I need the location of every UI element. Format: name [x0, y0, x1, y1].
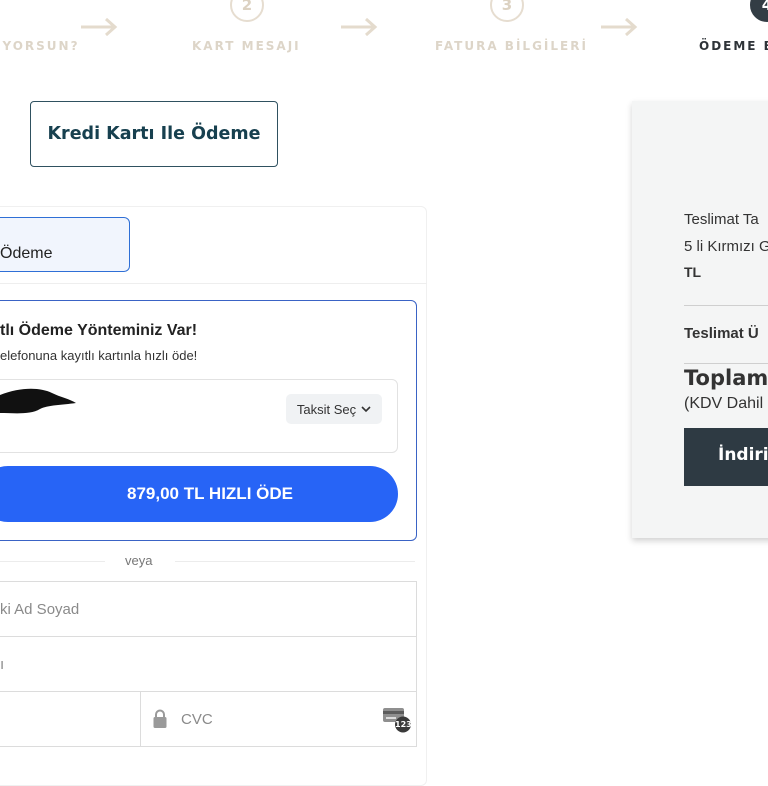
total-label: Toplam	[684, 366, 768, 390]
installment-select[interactable]: Taksit Seç	[286, 394, 382, 424]
redaction-scribble	[0, 388, 76, 414]
payment-tab-label: Ödeme	[0, 245, 53, 262]
arrow-right-icon	[341, 17, 378, 37]
installment-label: Taksit Seç	[296, 401, 357, 417]
saved-payment-subtitle: elefonuna kayıtlı kartınla hızlı öde!	[0, 348, 198, 363]
step-1-label: İYORSUN?	[0, 39, 80, 53]
lock-icon	[153, 709, 167, 728]
divider	[175, 561, 415, 562]
divider	[0, 283, 427, 284]
card-number-field[interactable]	[0, 636, 417, 692]
step-2-label[interactable]: KART MESAJI	[192, 39, 301, 53]
expiry-field[interactable]	[0, 691, 141, 747]
saved-payment-title: tlı Ödeme Yönteminiz Var!	[0, 322, 198, 339]
divider	[684, 305, 768, 306]
or-separator: veya	[125, 553, 153, 568]
product-line: 5 li Kırmızı G	[684, 238, 768, 255]
currency-label: TL	[684, 264, 702, 280]
arrow-right-icon	[81, 17, 118, 37]
divider	[0, 561, 105, 562]
step-3-label[interactable]: FATURA BİLGİLERİ	[435, 39, 588, 53]
arrow-right-icon	[601, 17, 638, 37]
tax-note: (KDV Dahil	[684, 395, 764, 412]
divider	[684, 363, 768, 364]
cvc-badge: 123	[395, 720, 412, 729]
cardholder-name-placeholder: ki Ad Soyad	[0, 601, 80, 618]
delivery-line: Teslimat Ta	[684, 211, 759, 228]
discount-button[interactable]: İndirim	[684, 428, 768, 486]
chevron-down-icon	[361, 406, 371, 413]
fast-pay-label: 879,00 TL HIZLI ÖDE	[127, 484, 293, 503]
cvc-placeholder: CVC	[181, 711, 213, 728]
step-4-circle: 4	[750, 0, 768, 22]
credit-card-payment-option[interactable]: Kredi Kartı Ile Ödeme	[30, 101, 278, 167]
step-4-label: ÖDEME B	[699, 39, 768, 53]
step-2-circle[interactable]: 2	[230, 0, 264, 22]
card-number-placeholder: ı	[0, 656, 5, 673]
fast-pay-button[interactable]: 879,00 TL HIZLI ÖDE	[0, 466, 398, 522]
step-3-circle[interactable]: 3	[490, 0, 524, 22]
delivery-fee-label: Teslimat Ü	[684, 325, 759, 342]
